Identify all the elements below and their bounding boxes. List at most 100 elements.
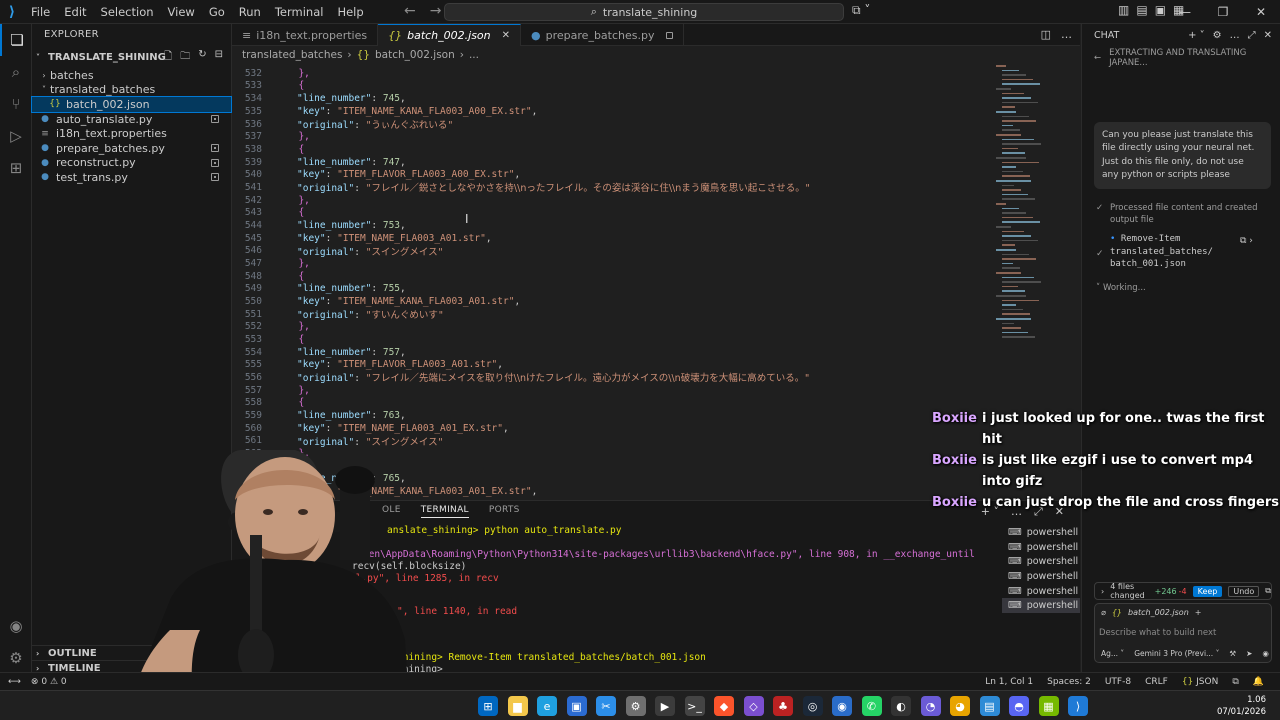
- whatsapp-icon[interactable]: ✆: [861, 696, 882, 716]
- tools-icon[interactable]: ⚒: [1229, 649, 1236, 658]
- edge-icon[interactable]: e: [537, 696, 557, 716]
- start-icon[interactable]: ⊞: [478, 696, 498, 716]
- file-item[interactable]: ● test_trans.py: [32, 170, 231, 185]
- tab-i18n-text-properties[interactable]: ≡ i18n_text.properties: [232, 24, 379, 46]
- chat-input-placeholder[interactable]: Describe what to build next: [1099, 628, 1216, 638]
- folder-item[interactable]: › batches: [32, 68, 231, 83]
- maximize-icon[interactable]: ⤢: [1248, 30, 1256, 41]
- menu-item-selection[interactable]: Selection: [94, 0, 161, 24]
- vs-icon[interactable]: ◇: [743, 696, 764, 716]
- toggle-secondary-sidebar-icon[interactable]: ▣: [1155, 3, 1166, 17]
- run-debug-icon[interactable]: ▷: [0, 120, 32, 152]
- taskbar-clock[interactable]: 1.06 07/01/2026: [1217, 694, 1266, 718]
- cmd-icon[interactable]: ▶: [655, 696, 675, 716]
- attach-icon[interactable]: ⌀: [1101, 608, 1106, 617]
- back-arrow-icon[interactable]: ←: [404, 3, 416, 19]
- close-icon[interactable]: ✕: [1242, 0, 1280, 24]
- menu-item-file[interactable]: File: [24, 0, 57, 24]
- open-terminal-icon[interactable]: ⧉ ›: [1240, 236, 1253, 246]
- file-item[interactable]: ● prepare_batches.py: [32, 141, 231, 156]
- discord-icon[interactable]: ◓: [1009, 696, 1029, 716]
- command-center-search[interactable]: ⌕ translate_shining: [444, 3, 844, 21]
- copilot-status-icon[interactable]: ⧉: [1232, 677, 1238, 687]
- snip-icon[interactable]: ✂: [596, 696, 616, 716]
- indentation[interactable]: Spaces: 2: [1047, 677, 1091, 687]
- collapse-all-icon[interactable]: ⊟: [215, 49, 223, 66]
- brave-icon[interactable]: ◆: [714, 696, 734, 716]
- menu-item-help[interactable]: Help: [330, 0, 370, 24]
- file-item[interactable]: ● reconstruct.py: [32, 156, 231, 171]
- send-icon[interactable]: ➤: [1246, 649, 1252, 658]
- notifications-bell-icon[interactable]: 🔔: [1253, 677, 1264, 687]
- stop-icon[interactable]: ◉: [1262, 649, 1269, 658]
- split-editor-icon[interactable]: ◫: [1041, 28, 1051, 41]
- tab-terminal[interactable]: TERMINAL: [420, 505, 469, 518]
- more-actions-icon[interactable]: …: [1061, 28, 1072, 41]
- keep-button[interactable]: Keep: [1192, 585, 1223, 597]
- cursor-position[interactable]: Ln 1, Col 1: [985, 677, 1033, 687]
- minimize-icon[interactable]: —: [1166, 0, 1204, 24]
- terminal-instance[interactable]: ⌨ powershell: [1002, 569, 1080, 584]
- more-actions-icon[interactable]: …: [1230, 30, 1240, 41]
- breadcrumb-folder[interactable]: translated_batches: [242, 49, 342, 61]
- vscode-icon[interactable]: ⟩: [1068, 696, 1088, 716]
- chrome-icon[interactable]: ◕: [950, 696, 970, 716]
- store-icon[interactable]: ▣: [566, 696, 587, 716]
- new-file-icon[interactable]: 🗋: [164, 49, 172, 66]
- new-chat-icon[interactable]: + ˅: [1188, 30, 1205, 41]
- context-file[interactable]: batch_002.json: [1128, 608, 1189, 617]
- app-icon[interactable]: ♣: [773, 696, 793, 716]
- file-explorer-icon[interactable]: ▆: [507, 696, 528, 716]
- workspace-root[interactable]: ˅ TRANSLATE_SHINING 🗋 🗀 ↻ ⊟: [32, 46, 231, 68]
- model-select[interactable]: Gemini 3 Pro (Previ... ˅: [1134, 649, 1219, 658]
- terminal-instance[interactable]: ⌨ powershell: [1002, 540, 1080, 555]
- copilot-icon[interactable]: ⧉ ˅: [852, 3, 870, 18]
- chat-input-box[interactable]: ⌀ {} batch_002.json + Describe what to b…: [1094, 603, 1272, 663]
- close-icon[interactable]: ✕: [1264, 30, 1272, 41]
- review-icon[interactable]: ⧉: [1265, 586, 1271, 596]
- remote-icon[interactable]: ⟷: [8, 677, 21, 687]
- add-context-icon[interactable]: +: [1195, 608, 1202, 617]
- explorer-icon[interactable]: ❏: [0, 24, 32, 56]
- file-item[interactable]: {} batch_002.json: [31, 96, 232, 113]
- forward-arrow-icon[interactable]: →: [430, 3, 442, 19]
- restore-icon[interactable]: ❐: [1204, 0, 1242, 24]
- settings-gear-icon[interactable]: ⚙: [1213, 30, 1222, 41]
- breadcrumb-symbol[interactable]: ...: [469, 49, 479, 61]
- language-mode[interactable]: {} JSON: [1182, 677, 1219, 687]
- folder-item[interactable]: ˅ translated_batches: [32, 83, 231, 98]
- files-changed-bar[interactable]: › 4 files changed +246 -4 Keep Undo ⧉: [1094, 582, 1272, 600]
- source-control-icon[interactable]: ⑂: [0, 88, 32, 120]
- back-arrow-icon[interactable]: ←: [1094, 53, 1101, 63]
- tab-ports[interactable]: PORTS: [489, 505, 520, 518]
- toggle-panel-icon[interactable]: ▤: [1136, 3, 1147, 17]
- settings-icon[interactable]: ⚙: [625, 696, 646, 716]
- terminal-instance[interactable]: ⌨ powershell: [1002, 554, 1080, 569]
- extensions-icon[interactable]: ⊞: [0, 152, 32, 184]
- settings-gear-icon[interactable]: ⚙: [0, 642, 32, 674]
- menu-item-run[interactable]: Run: [232, 0, 268, 24]
- search-icon[interactable]: ⌕: [0, 56, 32, 88]
- app3-icon[interactable]: ◔: [920, 696, 941, 716]
- breadcrumb-file[interactable]: batch_002.json: [375, 49, 455, 61]
- tab-batch-002-json[interactable]: {} batch_002.json ✕: [378, 24, 522, 46]
- nvidia-icon[interactable]: ▦: [1038, 696, 1059, 716]
- menu-item-go[interactable]: Go: [202, 0, 232, 24]
- terminal-instance[interactable]: ⌨ powershell: [1002, 525, 1080, 540]
- new-folder-icon[interactable]: 🗀: [180, 49, 190, 66]
- menu-item-terminal[interactable]: Terminal: [268, 0, 331, 24]
- agent-mode-select[interactable]: Ag... ˅: [1101, 649, 1124, 658]
- line-ending[interactable]: CRLF: [1145, 677, 1168, 687]
- close-tab-icon[interactable]: ✕: [502, 30, 510, 41]
- undo-button[interactable]: Undo: [1228, 585, 1260, 597]
- app2-icon[interactable]: ◉: [832, 696, 852, 716]
- code-editor[interactable]: 532 }, 533 {534 "line_number": 745, 535 "key…: [232, 63, 992, 500]
- tab-prepare-batches-py[interactable]: ● prepare_batches.py: [521, 24, 684, 46]
- menu-item-edit[interactable]: Edit: [57, 0, 93, 24]
- toggle-primary-sidebar-icon[interactable]: ▥: [1118, 3, 1129, 17]
- file-item[interactable]: ≡ i18n_text.properties: [32, 126, 231, 141]
- account-icon[interactable]: ◉: [0, 610, 32, 642]
- problems-indicator[interactable]: ⊗ 0 ⚠ 0: [31, 677, 67, 687]
- obs-icon[interactable]: ◐: [891, 696, 911, 716]
- steam-icon[interactable]: ◎: [802, 696, 823, 716]
